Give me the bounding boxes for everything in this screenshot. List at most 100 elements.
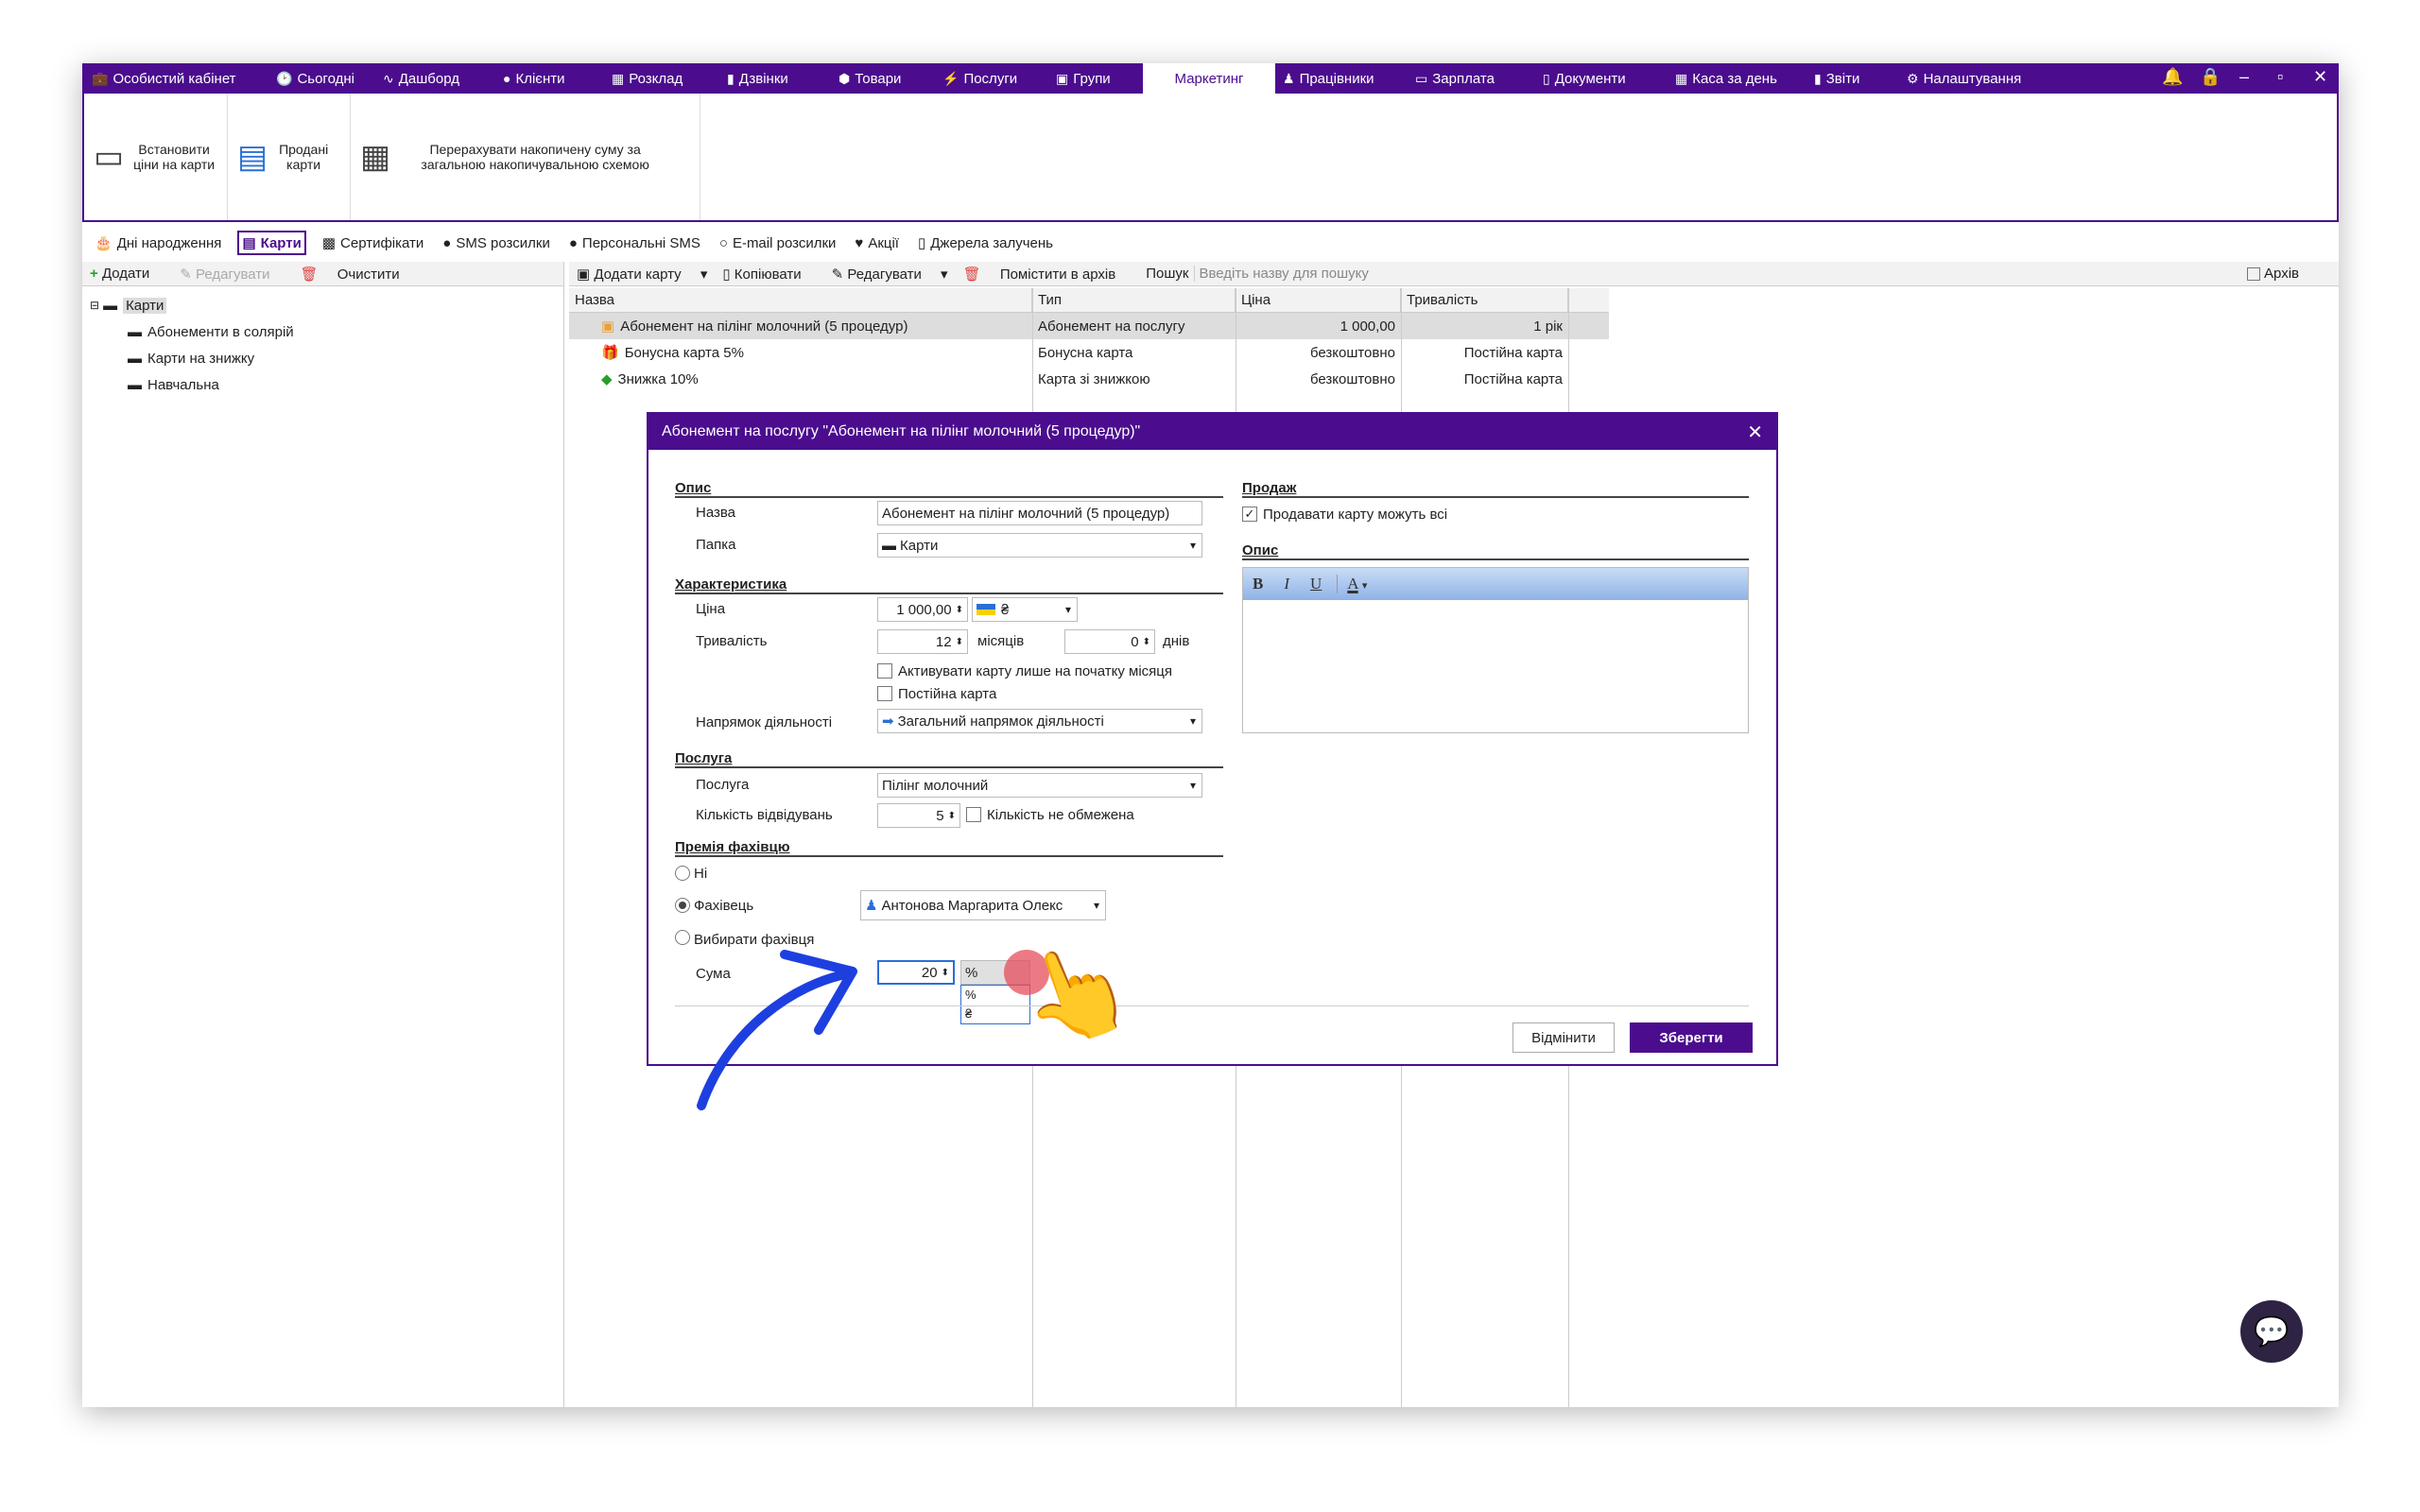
cards-grid: Назва Тип Ціна Тривалість ▣ Абонемент на … bbox=[569, 288, 1609, 392]
table-cell: Карта зі знижкою bbox=[1038, 370, 1150, 387]
italic-button[interactable]: I bbox=[1284, 575, 1289, 593]
subtab-7[interactable]: ♥ Акції bbox=[852, 233, 902, 253]
visits-label: Кількість відвідувань bbox=[696, 807, 833, 823]
sell-all-checkbox[interactable]: ✓ bbox=[1242, 507, 1257, 522]
radio-none[interactable] bbox=[675, 866, 690, 881]
nav-7[interactable]: ⬢ Товари bbox=[838, 63, 938, 94]
subtab-8[interactable]: ▯ Джерела залучень bbox=[915, 232, 1056, 253]
recalc-label: Перерахувати накопичену суму за загально… bbox=[421, 142, 649, 172]
name-field[interactable]: Абонемент на пілінг молочний (5 процедур… bbox=[877, 501, 1202, 525]
sold-cards-button[interactable]: ▤ Продані карти bbox=[228, 94, 351, 220]
nav-15[interactable]: ▮ Звіти bbox=[1814, 63, 1899, 94]
subtab-1[interactable]: 🎂 Дні народження bbox=[92, 232, 224, 253]
chat-icon[interactable]: 💬 bbox=[2240, 1300, 2303, 1363]
radio-specialist[interactable] bbox=[675, 898, 690, 913]
name-label: Назва bbox=[696, 505, 736, 521]
bolt-icon: ⚡ bbox=[942, 70, 959, 86]
subtab-5[interactable]: ● Персональні SMS bbox=[566, 233, 703, 253]
minimize-icon[interactable]: – bbox=[2239, 67, 2249, 87]
ribbon: ▭ Встановити ціни на карти ▤ Продані кар… bbox=[82, 94, 2339, 222]
font-color-button[interactable]: A ▾ bbox=[1337, 575, 1367, 593]
nav-6[interactable]: ▮ Дзвінки bbox=[727, 63, 833, 94]
tree-root[interactable]: ⊟ ▬ Карти bbox=[90, 292, 556, 318]
nav-13[interactable]: ▯ Документи bbox=[1543, 63, 1666, 94]
radio-choose[interactable] bbox=[675, 930, 690, 945]
subtab-4[interactable]: ● SMS розсилки bbox=[440, 233, 553, 253]
nav-1[interactable]: 💼 Особистий кабінет bbox=[92, 63, 271, 94]
folder-tree: ⊟ ▬ Карти ▬ Абонементи в солярій ▬ Карти на … bbox=[82, 286, 563, 404]
recalc-button[interactable]: ▦ Перерахувати накопичену суму за загаль… bbox=[351, 94, 700, 220]
subtab-icon: ● bbox=[442, 234, 452, 251]
permanent-checkbox[interactable] bbox=[877, 686, 892, 701]
subtab-3[interactable]: ▩ Сертифікати bbox=[320, 232, 426, 253]
nav-14[interactable]: ▦ Каса за день bbox=[1675, 63, 1807, 94]
unlimited-checkbox[interactable] bbox=[966, 807, 981, 822]
currency-select[interactable]: ₴ bbox=[972, 597, 1078, 622]
underline-button[interactable]: U bbox=[1310, 575, 1322, 593]
nav-5[interactable]: ▦ Розклад bbox=[612, 63, 720, 94]
search-input[interactable]: Введіть назву для пошуку bbox=[1194, 266, 2262, 282]
activate-checkbox[interactable] bbox=[877, 663, 892, 679]
nav-4[interactable]: ● Клієнти bbox=[503, 63, 607, 94]
folder-icon: ▬ bbox=[128, 350, 142, 367]
nav-8[interactable]: ⚡ Послуги bbox=[942, 63, 1051, 94]
nav-3[interactable]: ∿ Дашборд bbox=[383, 63, 496, 94]
direction-select[interactable]: ➡ Загальний напрямок діяльності bbox=[877, 709, 1202, 733]
subtab-2[interactable]: ▤ Карти bbox=[237, 231, 306, 255]
archive-button[interactable]: 🗑 Помістити в архів bbox=[963, 266, 1132, 283]
nav-10[interactable]: Маркетинг bbox=[1143, 63, 1275, 94]
days-field[interactable]: 0 ⬍ bbox=[1064, 629, 1155, 654]
radio-choose-label: Вибирати фахівця bbox=[694, 932, 815, 948]
edit-card-button[interactable]: ✎ Редагувати ▾ bbox=[832, 266, 948, 283]
col-duration[interactable]: Тривалість bbox=[1401, 288, 1568, 312]
lock-icon[interactable]: 🔒 bbox=[2200, 67, 2221, 87]
folder-select[interactable]: ▬ Карти bbox=[877, 533, 1202, 558]
table-row[interactable]: ▣ Абонемент на пілінг молочний (5 процеду… bbox=[569, 313, 1609, 339]
section-description: Опис bbox=[675, 480, 1223, 498]
price-field[interactable]: 1 000,00 ⬍ bbox=[877, 597, 968, 622]
cancel-button[interactable]: Відмінити bbox=[1512, 1022, 1615, 1053]
tree-item[interactable]: ▬ Навчальна bbox=[90, 371, 556, 398]
pulse-icon: ∿ bbox=[383, 70, 394, 86]
nav-9[interactable]: ▣ Групи bbox=[1056, 63, 1136, 94]
edit-button[interactable]: ✎ Редагувати bbox=[180, 266, 285, 283]
table-row[interactable]: 🎁 Бонусна карта 5% Бонусна карта безкоштовн… bbox=[569, 339, 1609, 366]
set-prices-button[interactable]: ▭ Встановити ціни на карти bbox=[84, 94, 228, 220]
table-cell: Бонусна карта bbox=[1038, 344, 1133, 361]
close-icon[interactable]: ✕ bbox=[1747, 421, 1763, 444]
nav-16[interactable]: ⚙ Налаштування bbox=[1907, 63, 2058, 94]
visits-field[interactable]: 5 ⬍ bbox=[877, 803, 960, 828]
nav-2[interactable]: 🕑 Сьогодні bbox=[276, 63, 375, 94]
briefcase-icon: 💼 bbox=[92, 70, 109, 86]
subtab-icon: ▩ bbox=[321, 235, 337, 251]
archive-checkbox[interactable]: Архів bbox=[2247, 266, 2314, 282]
subtab-6[interactable]: ○ E-mail розсилки bbox=[717, 233, 839, 253]
add-button[interactable]: + Додати bbox=[90, 266, 164, 282]
nav-11[interactable]: ♟ Працівники bbox=[1283, 63, 1410, 94]
bold-button[interactable]: B bbox=[1253, 575, 1263, 593]
copy-button[interactable]: ▯ Копіювати bbox=[722, 266, 816, 283]
close-window-icon[interactable]: ✕ bbox=[2313, 67, 2327, 87]
clear-button[interactable]: 🗑 Очистити bbox=[301, 266, 415, 283]
tree-item[interactable]: ▬ Абонементи в солярій bbox=[90, 318, 556, 345]
months-field[interactable]: 12 ⬍ bbox=[877, 629, 968, 654]
col-price[interactable]: Ціна bbox=[1236, 288, 1401, 312]
sum-field[interactable]: 20 ⬍ bbox=[877, 960, 955, 985]
bell-icon[interactable]: 🔔 bbox=[2162, 67, 2183, 87]
save-button[interactable]: Зберегти bbox=[1630, 1022, 1753, 1053]
subtab-icon: ▯ bbox=[917, 235, 926, 251]
col-name[interactable]: Назва bbox=[569, 288, 1032, 312]
tree-item[interactable]: ▬ Карти на знижку bbox=[90, 345, 556, 371]
add-card-button[interactable]: ▣ Додати карту ▾ bbox=[577, 266, 707, 283]
unit-option-hryvnia[interactable]: ₴ bbox=[961, 1005, 1029, 1023]
restore-icon[interactable]: ▫ bbox=[2277, 67, 2283, 87]
table-cell: 🎁 Бонусна карта 5% bbox=[601, 345, 744, 361]
section-specialist-bonus: Премія фахівцю bbox=[675, 839, 1223, 857]
table-row[interactable]: ◆ Знижка 10% Карта зі знижкою безкоштовно По… bbox=[569, 366, 1609, 392]
col-type[interactable]: Тип bbox=[1032, 288, 1236, 312]
nav-12[interactable]: ▭ Зарплата bbox=[1415, 63, 1533, 94]
description-editor[interactable]: B I U A ▾ bbox=[1242, 567, 1749, 733]
service-select[interactable]: Пілінг молочний bbox=[877, 773, 1202, 798]
specialist-select[interactable]: ♟ Антонова Маргарита Олекс bbox=[860, 890, 1106, 920]
dialog-title: Абонемент на послугу "Абонемент на пілін… bbox=[662, 423, 1141, 439]
